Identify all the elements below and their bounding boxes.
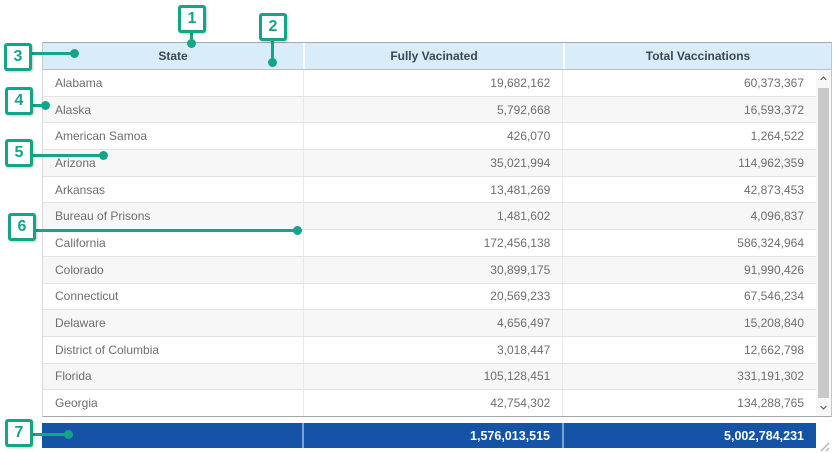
callout-dot-5 — [99, 151, 108, 160]
fully-vacinated-cell: 105,128,451 — [303, 364, 563, 390]
table-row[interactable]: Arizona 35,021,994 114,962,359 — [43, 150, 816, 177]
table-header: State Fully Vacinated Total Vaccinations — [42, 42, 832, 70]
state-cell: Georgia — [43, 390, 303, 416]
chevron-down-icon — [820, 404, 827, 411]
state-cell: American Samoa — [43, 123, 303, 149]
table-row[interactable]: Alabama 19,682,162 60,373,367 — [43, 70, 816, 97]
callout-dot-1 — [187, 39, 196, 48]
table-row[interactable]: American Samoa 426,070 1,264,522 — [43, 123, 816, 150]
fully-vacinated-cell: 42,754,302 — [303, 390, 563, 416]
total-vaccinations-cell: 114,962,359 — [562, 150, 816, 176]
state-cell: Delaware — [43, 310, 303, 336]
callout-line-5 — [33, 154, 101, 157]
state-cell: Alaska — [43, 97, 303, 123]
state-cell: Alabama — [43, 70, 303, 96]
vertical-scrollbar[interactable] — [816, 70, 832, 417]
fully-vacinated-cell: 19,682,162 — [303, 70, 563, 96]
callout-dot-6 — [293, 226, 302, 235]
callout-line-3 — [32, 52, 74, 55]
fully-vacinated-cell: 20,569,233 — [303, 284, 563, 310]
total-vaccinations-cell: 12,662,798 — [562, 337, 816, 363]
fully-vacinated-cell: 172,456,138 — [303, 230, 563, 256]
callout-dot-4 — [41, 101, 50, 110]
table-row[interactable]: District of Columbia 3,018,447 12,662,79… — [43, 337, 816, 364]
state-cell: District of Columbia — [43, 337, 303, 363]
callout-dot-7 — [64, 430, 73, 439]
total-vaccinations-cell: 15,208,840 — [562, 310, 816, 336]
app-canvas: State Fully Vacinated Total Vaccinations… — [0, 0, 833, 453]
total-vaccinations-cell: 331,191,302 — [562, 364, 816, 390]
fully-vacinated-cell: 13,481,269 — [303, 177, 563, 203]
callout-marker-7: 7 — [5, 419, 33, 447]
scrollbar-thumb[interactable] — [818, 88, 829, 398]
total-vaccinations-cell: 586,324,964 — [562, 230, 816, 256]
table-row[interactable]: California 172,456,138 586,324,964 — [43, 230, 816, 257]
state-cell: Bureau of Prisons — [43, 203, 303, 229]
scroll-down-button[interactable] — [816, 399, 831, 416]
callout-marker-2: 2 — [259, 13, 287, 41]
callout-line-7 — [33, 433, 66, 436]
table-row[interactable]: Arkansas 13,481,269 42,873,453 — [43, 177, 816, 204]
table-body: Alabama 19,682,162 60,373,367 Alaska 5,7… — [42, 70, 816, 417]
column-header-total-vaccinations[interactable]: Total Vaccinations — [563, 43, 831, 69]
resize-grip-icon — [818, 439, 830, 450]
callout-marker-5: 5 — [5, 139, 33, 167]
table-row[interactable]: Connecticut 20,569,233 67,546,234 — [43, 284, 816, 311]
total-vaccinations-cell: 42,873,453 — [562, 177, 816, 203]
state-cell: Arkansas — [43, 177, 303, 203]
total-vaccinations-cell: 91,990,426 — [562, 257, 816, 283]
table-row[interactable]: Bureau of Prisons 1,481,602 4,096,837 — [43, 203, 816, 230]
callout-dot-2 — [268, 58, 277, 67]
fully-vacinated-cell: 35,021,994 — [303, 150, 563, 176]
total-vaccinations-cell: 4,096,837 — [562, 203, 816, 229]
column-header-state[interactable]: State — [43, 43, 303, 69]
state-cell: California — [43, 230, 303, 256]
callout-marker-1: 1 — [178, 5, 206, 33]
scroll-up-button[interactable] — [816, 70, 831, 87]
callout-marker-4: 4 — [5, 87, 33, 115]
callout-line-6 — [36, 229, 295, 232]
table-row[interactable]: Florida 105,128,451 331,191,302 — [43, 364, 816, 391]
table-row[interactable]: Colorado 30,899,175 91,990,426 — [43, 257, 816, 284]
fully-vacinated-cell: 5,792,668 — [303, 97, 563, 123]
state-cell: Connecticut — [43, 284, 303, 310]
state-cell: Florida — [43, 364, 303, 390]
summary-fully-vacinated: 1,576,013,515 — [302, 423, 562, 448]
table-row[interactable]: Delaware 4,656,497 15,208,840 — [43, 310, 816, 337]
summary-state-cell — [42, 423, 302, 448]
total-vaccinations-cell: 16,593,372 — [562, 97, 816, 123]
callout-marker-6: 6 — [8, 213, 36, 241]
total-vaccinations-cell: 134,288,765 — [562, 390, 816, 416]
total-vaccinations-cell: 60,373,367 — [562, 70, 816, 96]
table-row[interactable]: Alaska 5,792,668 16,593,372 — [43, 97, 816, 124]
callout-marker-3: 3 — [4, 43, 32, 71]
fully-vacinated-cell: 426,070 — [303, 123, 563, 149]
column-header-fully-vacinated[interactable]: Fully Vacinated — [303, 43, 563, 69]
state-cell: Colorado — [43, 257, 303, 283]
fully-vacinated-cell: 1,481,602 — [303, 203, 563, 229]
fully-vacinated-cell: 3,018,447 — [303, 337, 563, 363]
total-vaccinations-cell: 67,546,234 — [562, 284, 816, 310]
summary-total-vaccinations: 5,002,784,231 — [562, 423, 816, 448]
summary-row: 1,576,013,515 5,002,784,231 — [42, 423, 816, 448]
total-vaccinations-cell: 1,264,522 — [562, 123, 816, 149]
callout-dot-3 — [70, 49, 79, 58]
fully-vacinated-cell: 4,656,497 — [303, 310, 563, 336]
table-row[interactable]: Georgia 42,754,302 134,288,765 — [43, 390, 816, 416]
chevron-up-icon — [820, 75, 827, 82]
fully-vacinated-cell: 30,899,175 — [303, 257, 563, 283]
